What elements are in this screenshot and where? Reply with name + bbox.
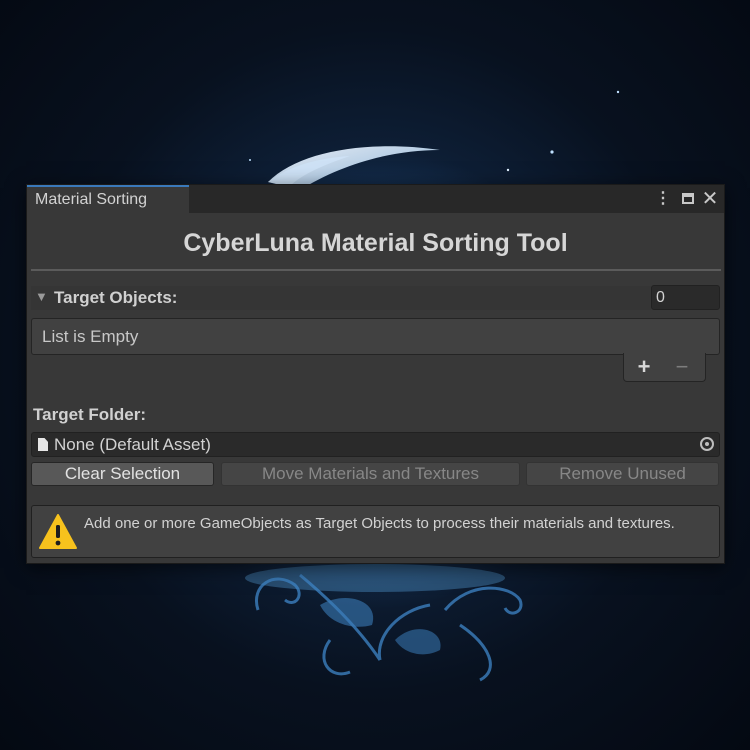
object-picker-icon[interactable] [700,437,714,451]
file-icon [38,438,48,451]
foldout-arrow-icon: ▼ [35,289,48,304]
clear-selection-button[interactable]: Clear Selection [31,462,214,486]
target-objects-count-field[interactable]: 0 [651,285,720,310]
target-folder-field[interactable]: None (Default Asset) [31,432,720,457]
warning-help-box: Add one or more GameObjects as Target Ob… [31,505,720,558]
warning-icon [39,514,77,549]
tab-bar: Material Sorting ⋮ ✕ [27,185,724,213]
maximize-icon[interactable] [679,189,697,209]
list-footer: + − [623,353,706,382]
target-folder-label: Target Folder: [33,405,147,424]
list-empty-text: List is Empty [42,327,139,346]
remove-unused-button[interactable]: Remove Unused [526,462,719,486]
close-icon[interactable]: ✕ [701,189,719,209]
kebab-menu-icon[interactable]: ⋮ [655,189,671,209]
tab-material-sorting[interactable]: Material Sorting [27,185,189,213]
target-folder-value: None (Default Asset) [54,435,211,454]
title-divider [31,269,721,271]
move-materials-button[interactable]: Move Materials and Textures [221,462,520,486]
target-objects-foldout[interactable]: ▼ Target Objects: [31,286,651,310]
remove-item-button[interactable]: − [672,354,692,380]
target-objects-label: Target Objects: [54,288,178,307]
tool-title: CyberLuna Material Sorting Tool [183,229,568,257]
material-sorting-window: Material Sorting ⋮ ✕ CyberLuna Material … [26,184,725,564]
add-item-button[interactable]: + [634,354,654,380]
target-objects-list: List is Empty [31,318,720,355]
warning-message: Add one or more GameObjects as Target Ob… [84,515,675,532]
